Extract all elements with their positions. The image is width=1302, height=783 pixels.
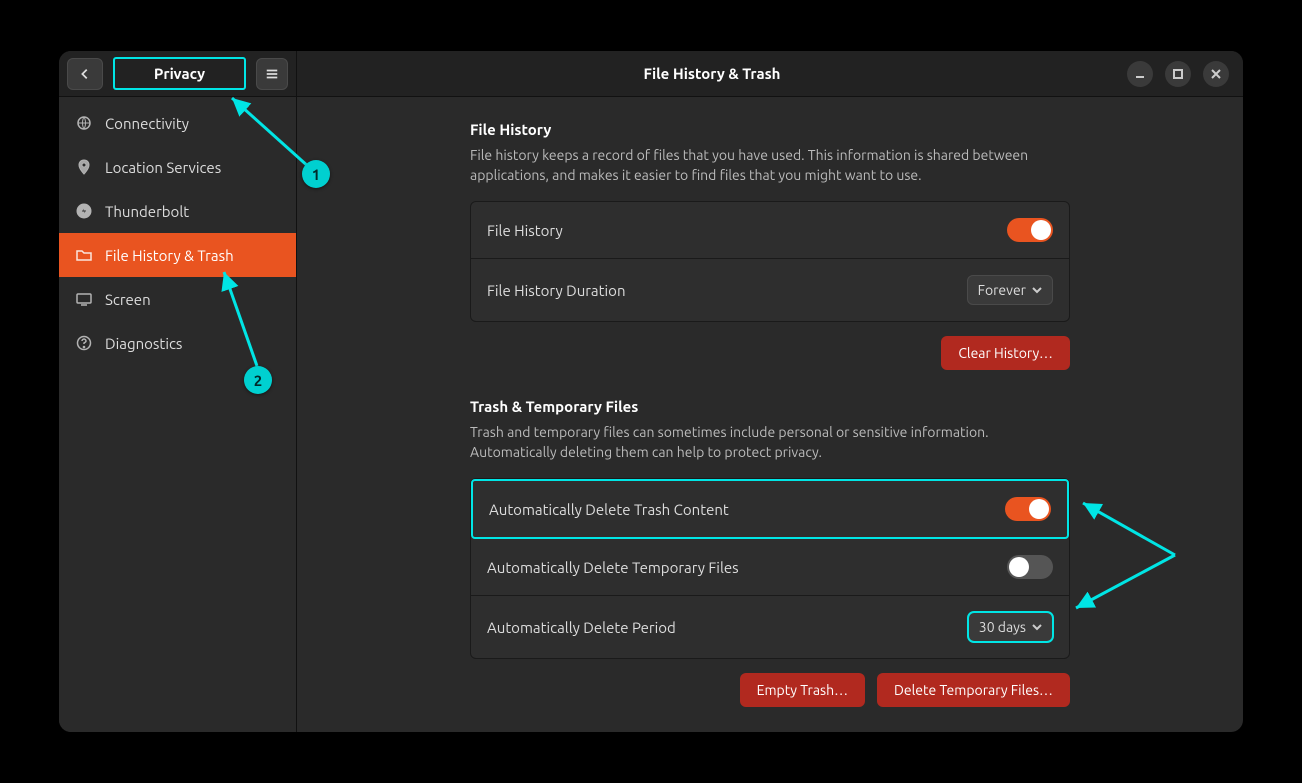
sidebar-item-thunderbolt[interactable]: Thunderbolt xyxy=(59,189,296,233)
file-history-toggle[interactable] xyxy=(1007,218,1053,242)
section-title-trash: Trash & Temporary Files xyxy=(470,398,1070,415)
row-label: Automatically Delete Trash Content xyxy=(489,501,729,518)
sidebar-item-location[interactable]: Location Services xyxy=(59,145,296,189)
auto-delete-temp-toggle[interactable] xyxy=(1007,555,1053,579)
screen-icon xyxy=(75,290,93,308)
sidebar-item-file-history-trash[interactable]: File History & Trash xyxy=(59,233,296,277)
close-button[interactable] xyxy=(1203,61,1229,87)
maximize-icon xyxy=(1172,68,1184,80)
delete-temp-files-button[interactable]: Delete Temporary Files… xyxy=(877,673,1070,707)
sidebar-item-screen[interactable]: Screen xyxy=(59,277,296,321)
titlebar-left: Privacy xyxy=(59,51,297,96)
titlebar: Privacy File History & Trash xyxy=(59,51,1243,97)
help-icon xyxy=(75,334,93,352)
window-controls xyxy=(1127,61,1243,87)
sidebar-item-label: Location Services xyxy=(105,159,221,176)
section-desc-trash: Trash and temporary files can sometimes … xyxy=(470,423,1070,462)
maximize-button[interactable] xyxy=(1165,61,1191,87)
sidebar-item-label: Diagnostics xyxy=(105,335,182,352)
globe-icon xyxy=(75,114,93,132)
sidebar-item-label: Thunderbolt xyxy=(105,203,189,220)
parent-section-label: Privacy xyxy=(113,57,246,90)
button-label: Empty Trash… xyxy=(757,682,848,698)
row-label: File History Duration xyxy=(487,282,626,299)
settings-window: Privacy File History & Trash Connectivit… xyxy=(59,51,1243,732)
row-label: Automatically Delete Temporary Files xyxy=(487,559,739,576)
hamburger-icon xyxy=(265,67,279,81)
sidebar-item-label: Screen xyxy=(105,291,151,308)
auto-delete-trash-toggle[interactable] xyxy=(1005,497,1051,521)
hamburger-menu-button[interactable] xyxy=(256,58,288,90)
dropdown-value: 30 days xyxy=(979,619,1026,635)
sidebar: Connectivity Location Services Thunderbo… xyxy=(59,97,297,732)
content-area: File History File history keeps a record… xyxy=(297,97,1243,732)
chevron-left-icon xyxy=(78,67,92,81)
row-label: Automatically Delete Period xyxy=(487,619,676,636)
sidebar-item-label: Connectivity xyxy=(105,115,189,132)
location-icon xyxy=(75,158,93,176)
delete-period-dropdown[interactable]: 30 days xyxy=(968,612,1053,642)
window-body: Connectivity Location Services Thunderbo… xyxy=(59,97,1243,732)
file-history-panel: File History File History Duration Forev… xyxy=(470,201,1070,322)
row-file-history-duration: File History Duration Forever xyxy=(471,259,1069,321)
folder-icon xyxy=(75,246,93,264)
trash-panel: Automatically Delete Trash Content Autom… xyxy=(470,478,1070,659)
minimize-button[interactable] xyxy=(1127,61,1153,87)
section-title-file-history: File History xyxy=(470,121,1070,138)
back-button[interactable] xyxy=(67,58,103,90)
row-auto-delete-period: Automatically Delete Period 30 days xyxy=(471,596,1069,658)
sidebar-item-diagnostics[interactable]: Diagnostics xyxy=(59,321,296,365)
row-label: File History xyxy=(487,222,563,239)
chevron-down-icon xyxy=(1032,285,1042,295)
sidebar-item-label: File History & Trash xyxy=(105,247,234,264)
clear-history-button[interactable]: Clear History… xyxy=(941,336,1070,370)
button-label: Clear History… xyxy=(958,345,1053,361)
minimize-icon xyxy=(1134,68,1146,80)
row-auto-delete-temp: Automatically Delete Temporary Files xyxy=(471,539,1069,596)
empty-trash-button[interactable]: Empty Trash… xyxy=(740,673,865,707)
row-auto-delete-trash: Automatically Delete Trash Content xyxy=(471,479,1069,539)
duration-dropdown[interactable]: Forever xyxy=(967,275,1053,305)
close-icon xyxy=(1210,68,1222,80)
thunderbolt-icon xyxy=(75,202,93,220)
sidebar-item-connectivity[interactable]: Connectivity xyxy=(59,101,296,145)
chevron-down-icon xyxy=(1032,622,1042,632)
section-desc-file-history: File history keeps a record of files tha… xyxy=(470,146,1070,185)
button-label: Delete Temporary Files… xyxy=(894,682,1053,698)
row-file-history-toggle: File History xyxy=(471,202,1069,259)
page-title: File History & Trash xyxy=(297,65,1127,82)
dropdown-value: Forever xyxy=(978,282,1026,298)
